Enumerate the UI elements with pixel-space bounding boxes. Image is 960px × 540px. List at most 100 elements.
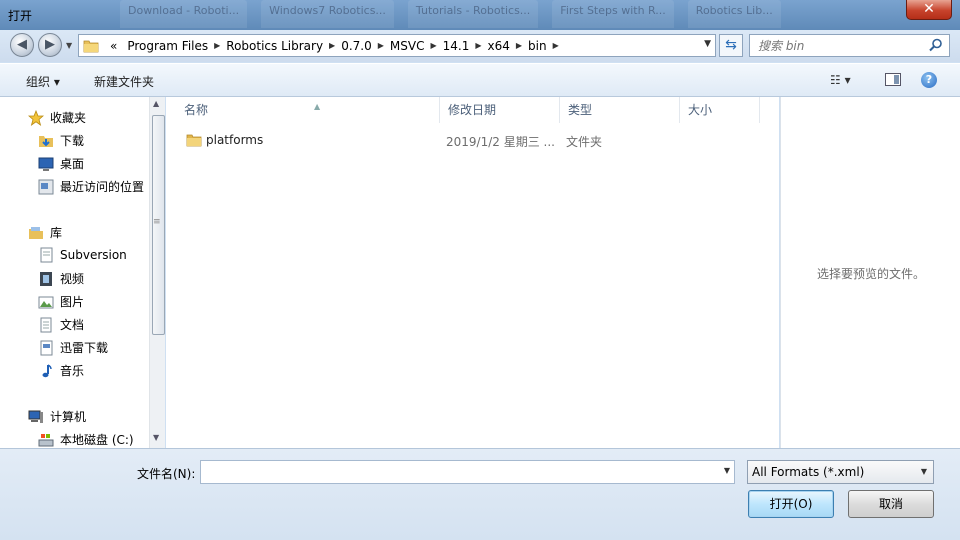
filename-input[interactable] (205, 464, 709, 480)
chevron-right-icon[interactable]: ▶ (213, 41, 221, 50)
file-list[interactable]: 名称 ▲ 修改日期 类型 大小 platforms 2019/1/2 星期三 .… (166, 97, 779, 448)
title-bar: Download - Roboti... Windows7 Robotics..… (0, 0, 960, 30)
back-button[interactable]: ◀ (10, 33, 34, 57)
preview-empty-message: 选择要预览的文件。 (816, 267, 925, 281)
chevron-down-icon[interactable]: ▼ (724, 466, 730, 475)
filename-combobox[interactable]: ▼ (200, 460, 735, 484)
nav-label: 视频 (60, 272, 85, 286)
close-button[interactable]: ✕ (906, 0, 952, 20)
nav-item-desktop[interactable]: 桌面 (38, 155, 84, 172)
computer-icon (28, 410, 43, 423)
video-icon (40, 271, 52, 286)
nav-item-local-disk-c[interactable]: 本地磁盘 (C:) (38, 431, 134, 448)
nav-label: 桌面 (60, 157, 85, 171)
breadcrumb-robotics-library[interactable]: Robotics Library (221, 39, 328, 53)
nav-label: 下载 (60, 134, 85, 148)
window-title: 打开 (8, 9, 33, 23)
forward-button[interactable]: ▶ (38, 33, 62, 57)
search-box[interactable] (749, 34, 950, 57)
breadcrumb-overflow[interactable]: « (105, 39, 122, 53)
picture-icon (38, 296, 54, 308)
chevron-right-icon[interactable]: ▶ (429, 41, 437, 50)
column-label: 名称 (184, 103, 209, 117)
cancel-button[interactable]: 取消 (848, 490, 934, 518)
scroll-down-arrow-icon[interactable]: ▼ (153, 433, 159, 442)
change-view-button[interactable]: ☷ ▾ (830, 73, 851, 87)
document-library-icon (40, 340, 53, 355)
file-row[interactable]: platforms 2019/1/2 星期三 ... 文件夹 (178, 131, 768, 151)
music-icon (42, 363, 52, 377)
nav-label: 库 (50, 226, 63, 240)
arrow-left-icon: ◀ (17, 37, 27, 52)
address-dropdown-arrow[interactable]: ▼ (704, 39, 711, 49)
file-type-value: All Formats (*.xml) (752, 465, 865, 479)
column-header-type[interactable]: 类型 (560, 97, 680, 123)
nav-label: 最近访问的位置 (60, 180, 145, 194)
scroll-up-arrow-icon[interactable]: ▲ (153, 99, 159, 108)
folder-icon (186, 134, 202, 147)
file-name: platforms (206, 133, 264, 147)
nav-item-recent-places[interactable]: 最近访问的位置 (38, 178, 144, 195)
filename-label: 文件名(N): (137, 467, 196, 481)
nav-label: 本地磁盘 (C:) (60, 433, 134, 447)
chevron-down-icon[interactable]: ▼ (921, 467, 927, 476)
sort-ascending-icon: ▲ (314, 102, 321, 111)
breadcrumb-bin[interactable]: bin (523, 39, 552, 53)
help-icon[interactable]: ? (921, 72, 937, 88)
file-type: 文件夹 (566, 135, 603, 149)
column-header-name[interactable]: 名称 ▲ (176, 97, 440, 123)
nav-label: 音乐 (60, 364, 85, 378)
nav-item-videos[interactable]: 视频 (38, 270, 84, 287)
breadcrumb-x64[interactable]: x64 (483, 39, 515, 53)
search-input[interactable] (756, 38, 920, 54)
nav-label: 计算机 (50, 410, 87, 424)
file-type-select[interactable]: All Formats (*.xml) ▼ (747, 460, 934, 484)
navigation-pane: 收藏夹 下载 桌面 最近访问的位置 库 Subversion 视频 图片 文档 … (0, 97, 165, 448)
refresh-button[interactable]: ⇆ (719, 34, 743, 57)
new-folder-button[interactable]: 新建文件夹 (94, 73, 154, 90)
address-bar[interactable]: « Program Files ▶ Robotics Library ▶ 0.7… (78, 34, 716, 57)
star-icon (28, 109, 44, 126)
organize-button[interactable]: 组织 ▾ (26, 73, 60, 90)
background-tab: Tutorials - Robotics... (407, 0, 539, 28)
folder-icon (83, 40, 99, 52)
nav-item-documents[interactable]: 文档 (38, 316, 84, 333)
chevron-right-icon[interactable]: ▶ (474, 41, 482, 50)
nav-label: 迅雷下载 (60, 341, 109, 355)
nav-item-subversion[interactable]: Subversion (38, 247, 127, 263)
column-header-date[interactable]: 修改日期 (440, 97, 560, 123)
recent-locations-dropdown[interactable]: ▼ (66, 41, 76, 51)
breadcrumb-toolset[interactable]: 14.1 (438, 39, 475, 53)
scroll-grip-icon: ≡ (153, 217, 161, 227)
nav-favorites-header[interactable]: 收藏夹 (28, 109, 86, 126)
breadcrumb-version[interactable]: 0.7.0 (336, 39, 377, 53)
search-icon[interactable] (929, 38, 943, 52)
column-header-size[interactable]: 大小 (680, 97, 760, 123)
chevron-right-icon[interactable]: ▶ (328, 41, 336, 50)
background-tab: Robotics Lib... (687, 0, 781, 28)
nav-libraries-header[interactable]: 库 (28, 224, 62, 241)
background-tab: Download - Roboti... (120, 0, 248, 28)
background-tab: Windows7 Robotics... (261, 0, 394, 28)
preview-pane-toggle-icon[interactable] (885, 73, 901, 86)
chevron-right-icon[interactable]: ▶ (515, 41, 523, 50)
document-icon (40, 317, 52, 332)
desktop-icon (38, 157, 54, 171)
nav-item-downloads[interactable]: 下载 (38, 132, 84, 149)
breadcrumb-program-files[interactable]: Program Files (122, 39, 213, 53)
breadcrumb-msvc[interactable]: MSVC (385, 39, 430, 53)
chevron-right-icon[interactable]: ▶ (377, 41, 385, 50)
background-tab: First Steps with R... (552, 0, 674, 28)
document-library-icon (40, 247, 53, 263)
nav-computer-header[interactable]: 计算机 (28, 408, 86, 425)
nav-item-pictures[interactable]: 图片 (38, 293, 84, 310)
nav-scrollbar[interactable]: ▲ ≡ ▼ (149, 97, 165, 448)
nav-item-music[interactable]: 音乐 (38, 362, 84, 379)
open-button[interactable]: 打开(O) (748, 490, 834, 518)
file-date: 2019/1/2 星期三 ... (446, 135, 555, 149)
nav-label: 收藏夹 (50, 111, 87, 125)
nav-label: 图片 (60, 295, 85, 309)
address-row: ◀ ▶ ▼ « Program Files ▶ Robotics Library… (0, 30, 960, 62)
nav-item-thunder-downloads[interactable]: 迅雷下载 (38, 339, 108, 356)
chevron-right-icon[interactable]: ▶ (552, 41, 560, 50)
